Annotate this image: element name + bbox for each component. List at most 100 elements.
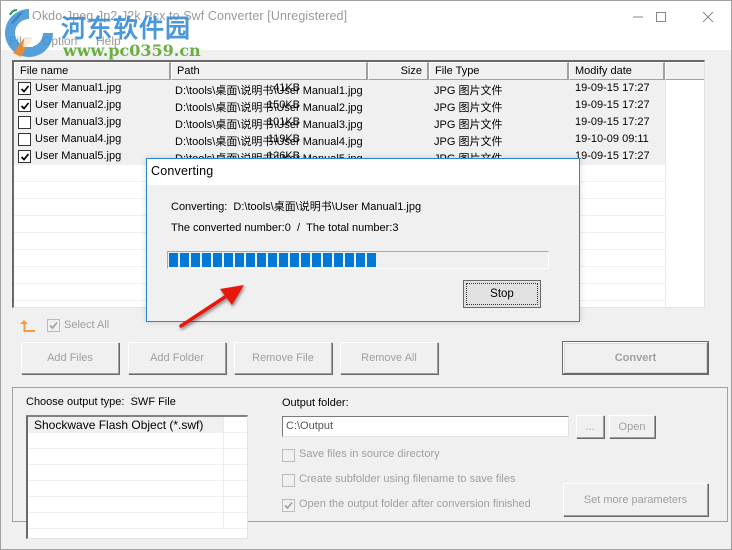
file-date: 19-09-15 17:27 xyxy=(575,150,650,162)
file-type: JPG 图片文件 xyxy=(434,136,503,148)
count-separator: / xyxy=(296,222,301,234)
progress-block xyxy=(301,253,310,267)
file-name: User Manual1.jpg xyxy=(35,82,122,94)
file-name: User Manual3.jpg xyxy=(35,116,122,128)
output-type-caption: Choose output type: xyxy=(26,396,125,408)
column-size[interactable]: Size xyxy=(368,62,429,80)
file-name: User Manual5.jpg xyxy=(35,150,122,162)
add-folder-button[interactable]: Add Folder xyxy=(128,342,226,374)
progress-block xyxy=(202,253,211,267)
file-name: User Manual4.jpg xyxy=(35,133,122,145)
converted-value: 0 xyxy=(284,222,291,234)
progress-block xyxy=(257,253,266,267)
file-row[interactable]: User Manual2.jpg D:\tools\桌面\说明书\User Man… xyxy=(14,97,704,114)
close-icon xyxy=(702,11,714,23)
checkmark-icon xyxy=(20,102,30,110)
progress-block xyxy=(191,253,200,267)
file-type: JPG 图片文件 xyxy=(434,119,503,131)
save-in-source-label: Save files in source directory xyxy=(299,448,440,460)
file-date: 19-10-09 09:11 xyxy=(575,133,649,145)
output-type-option-label: Shockwave Flash Object (*.swf) xyxy=(28,417,223,433)
file-row[interactable]: User Manual1.jpg D:\tools\桌面\说明书\User Man… xyxy=(14,80,704,97)
column-file-name[interactable]: File name xyxy=(14,62,171,80)
progress-block xyxy=(169,253,178,267)
output-type-value: SWF File xyxy=(130,396,176,408)
maximize-icon xyxy=(656,12,666,22)
progress-block xyxy=(213,253,222,267)
file-row-checkbox[interactable] xyxy=(18,82,31,95)
maximize-button[interactable] xyxy=(638,1,684,33)
stop-button[interactable]: Stop xyxy=(463,280,541,308)
menu-help[interactable]: Help xyxy=(96,34,121,48)
create-subfolder-box[interactable] xyxy=(282,474,295,487)
file-row[interactable]: User Manual3.jpg D:\tools\桌面\说明书\User Man… xyxy=(14,114,704,131)
progress-block xyxy=(180,253,189,267)
window-title: Okdo Jpeg Jp2 J2k Pcx to Swf Converter [… xyxy=(32,9,348,23)
file-size: 119KB xyxy=(267,133,300,145)
file-date: 19-09-15 17:27 xyxy=(575,82,650,94)
progress-block xyxy=(356,253,365,267)
progress-block xyxy=(334,253,343,267)
file-row-checkbox[interactable] xyxy=(18,133,31,146)
progress-block xyxy=(323,253,332,267)
convert-button[interactable]: Convert xyxy=(562,341,709,375)
remove-file-button[interactable]: Remove File xyxy=(234,342,332,374)
app-icon xyxy=(9,9,24,24)
create-subfolder-label: Create subfolder using filename to save … xyxy=(299,473,516,485)
output-folder-label: Output folder: xyxy=(282,397,349,409)
progress-block xyxy=(224,253,233,267)
menu-file[interactable]: File xyxy=(9,34,28,48)
up-folder-icon[interactable] xyxy=(20,319,36,333)
output-type-list[interactable]: Shockwave Flash Object (*.swf) xyxy=(26,415,248,539)
file-name: User Manual2.jpg xyxy=(35,99,122,111)
progress-block xyxy=(246,253,255,267)
stop-label: Stop xyxy=(490,288,514,300)
remove-all-button[interactable]: Remove All xyxy=(340,342,438,374)
column-filler xyxy=(665,62,704,80)
progress-block xyxy=(290,253,299,267)
column-file-type[interactable]: File Type xyxy=(429,62,569,80)
file-row-checkbox[interactable] xyxy=(18,150,31,163)
progress-block xyxy=(345,253,354,267)
file-row-checkbox[interactable] xyxy=(18,99,31,112)
close-button[interactable] xyxy=(685,1,731,33)
app-window: Okdo Jpeg Jp2 J2k Pcx to Swf Converter [… xyxy=(0,0,732,550)
file-size: 41KB xyxy=(273,82,300,94)
converting-status: Converting: D:\tools\桌面\说明书\User Manual1… xyxy=(171,198,421,214)
file-list-header: File name Path Size File Type Modify dat… xyxy=(14,62,704,80)
set-more-parameters-button[interactable]: Set more parameters xyxy=(563,483,708,516)
title-bar[interactable]: Okdo Jpeg Jp2 J2k Pcx to Swf Converter [… xyxy=(1,1,731,33)
progress-block xyxy=(279,253,288,267)
checkmark-icon xyxy=(20,153,30,161)
select-all-box[interactable] xyxy=(47,319,60,332)
file-date: 19-09-15 17:27 xyxy=(575,99,650,111)
file-row[interactable]: User Manual4.jpg D:\tools\桌面\说明书\User Man… xyxy=(14,131,704,148)
total-value: 3 xyxy=(392,222,399,234)
menu-option[interactable]: Option xyxy=(42,34,77,48)
add-files-button[interactable]: Add Files xyxy=(21,342,119,374)
converting-caption: Converting: xyxy=(171,201,228,213)
checkmark-icon xyxy=(284,501,293,510)
converting-dialog: Converting Converting: D:\tools\桌面\说明书\U… xyxy=(146,158,580,322)
save-in-source-box[interactable] xyxy=(282,449,295,462)
output-type-option[interactable]: Shockwave Flash Object (*.swf) xyxy=(28,417,247,433)
open-output-folder-box[interactable] xyxy=(282,499,295,512)
converting-file-path: D:\tools\桌面\说明书\User Manual1.jpg xyxy=(233,201,422,213)
open-folder-button[interactable]: Open xyxy=(609,415,655,438)
dialog-title[interactable]: Converting xyxy=(147,159,579,185)
open-output-folder-label: Open the output folder after conversion … xyxy=(299,498,531,510)
column-path[interactable]: Path xyxy=(171,62,368,80)
browse-button[interactable]: ... xyxy=(576,415,604,438)
file-row-checkbox[interactable] xyxy=(18,116,31,129)
progress-block xyxy=(367,253,376,267)
select-all-label: Select All xyxy=(64,319,110,331)
file-size: 150KB xyxy=(266,99,300,111)
progress-fill xyxy=(169,253,376,267)
column-modify-date[interactable]: Modify date xyxy=(569,62,665,80)
total-caption: The total number: xyxy=(306,222,393,234)
menu-bar: File Option Help xyxy=(1,33,731,50)
conversion-count: The converted number:0 / The total numbe… xyxy=(171,222,399,234)
checkmark-icon xyxy=(49,321,58,330)
converted-caption: The converted number: xyxy=(171,222,285,234)
output-folder-input[interactable]: C:\Output xyxy=(282,416,569,437)
